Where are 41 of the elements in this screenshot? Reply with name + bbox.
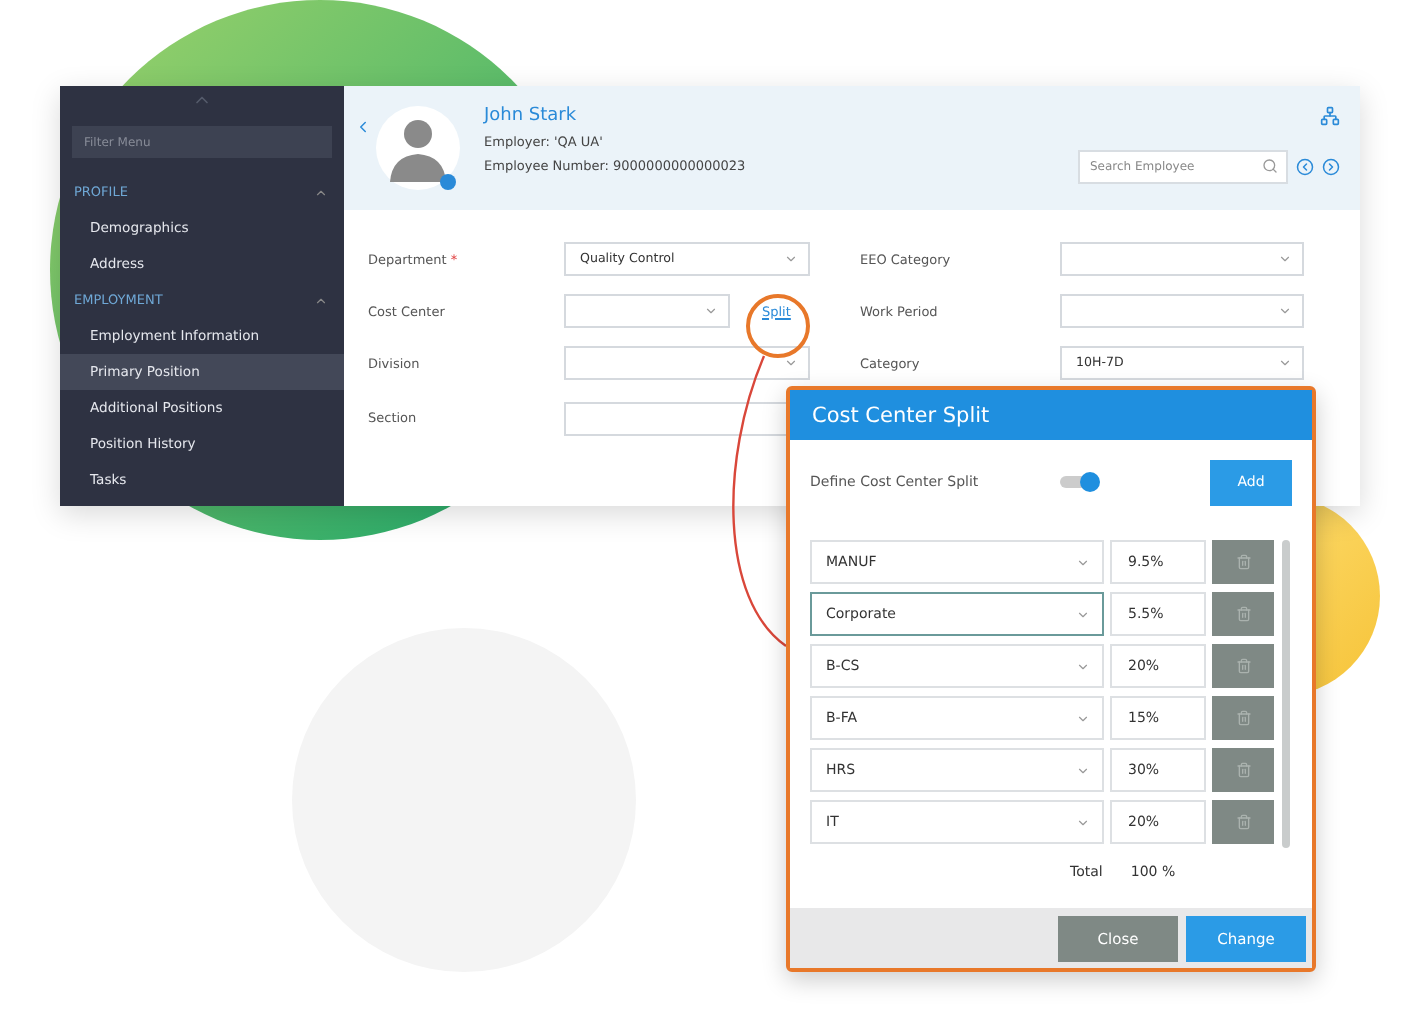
chevron-down-icon xyxy=(1278,304,1292,318)
next-icon[interactable] xyxy=(1322,158,1340,176)
callout-circle xyxy=(746,294,810,358)
chevron-down-icon xyxy=(1076,763,1090,777)
scrollbar[interactable] xyxy=(1282,540,1290,848)
dropdown[interactable] xyxy=(564,346,810,380)
chevron-down-icon xyxy=(1076,555,1090,569)
trash-icon xyxy=(1235,762,1251,778)
delete-button[interactable] xyxy=(1212,696,1274,740)
chevron-down-icon xyxy=(1278,356,1292,370)
chevron-down-icon xyxy=(784,356,798,370)
trash-icon xyxy=(1235,606,1251,622)
employee-name: John Stark xyxy=(484,106,579,126)
delete-button[interactable] xyxy=(1212,540,1274,584)
chevron-down-icon xyxy=(1076,711,1090,725)
delete-button[interactable] xyxy=(1212,800,1274,844)
toggle-switch[interactable] xyxy=(1060,472,1100,492)
org-chart-icon[interactable] xyxy=(1320,106,1340,126)
chevron-down-icon xyxy=(1076,607,1090,621)
chevron-down-icon xyxy=(784,252,798,266)
chevron-down-icon xyxy=(704,304,718,318)
chevron-up-icon[interactable] xyxy=(314,185,328,199)
trash-icon xyxy=(1235,710,1251,726)
delete-button[interactable] xyxy=(1212,644,1274,688)
chevron-down-icon xyxy=(1076,659,1090,673)
back-icon[interactable] xyxy=(354,118,372,136)
delete-button[interactable] xyxy=(1212,748,1274,792)
trash-icon xyxy=(1235,814,1251,830)
chevron-down-icon xyxy=(1076,815,1090,829)
delete-button[interactable] xyxy=(1212,592,1274,636)
trash-icon xyxy=(1235,658,1251,674)
dialog-title: Cost Center Split xyxy=(790,390,1312,440)
dropdown[interactable] xyxy=(1060,294,1304,328)
search-icon[interactable] xyxy=(1262,158,1278,174)
person-icon xyxy=(390,118,446,182)
trash-icon xyxy=(1235,554,1251,570)
dropdown[interactable] xyxy=(1060,242,1304,276)
previous-icon[interactable] xyxy=(1296,158,1314,176)
chevron-up-icon[interactable] xyxy=(314,293,328,307)
dropdown[interactable] xyxy=(564,294,730,328)
chevron-down-icon xyxy=(1278,252,1292,266)
